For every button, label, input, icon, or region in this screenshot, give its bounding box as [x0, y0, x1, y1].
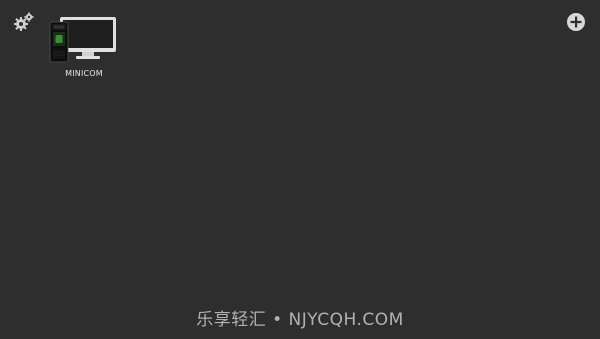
gears-icon [14, 12, 34, 31]
main-screen: MINICOM 乐享轻汇 • NJYCQH.COM [0, 0, 600, 339]
add-device-button[interactable] [566, 12, 586, 32]
watermark-text: 乐享轻汇 • NJYCQH.COM [196, 310, 404, 330]
kvm-monitor-icon [49, 17, 116, 63]
plus-circle-icon [567, 13, 585, 31]
settings-button[interactable] [13, 12, 35, 32]
device-tile-minicom[interactable]: MINICOM [46, 16, 122, 82]
device-label: MINICOM [65, 69, 103, 78]
